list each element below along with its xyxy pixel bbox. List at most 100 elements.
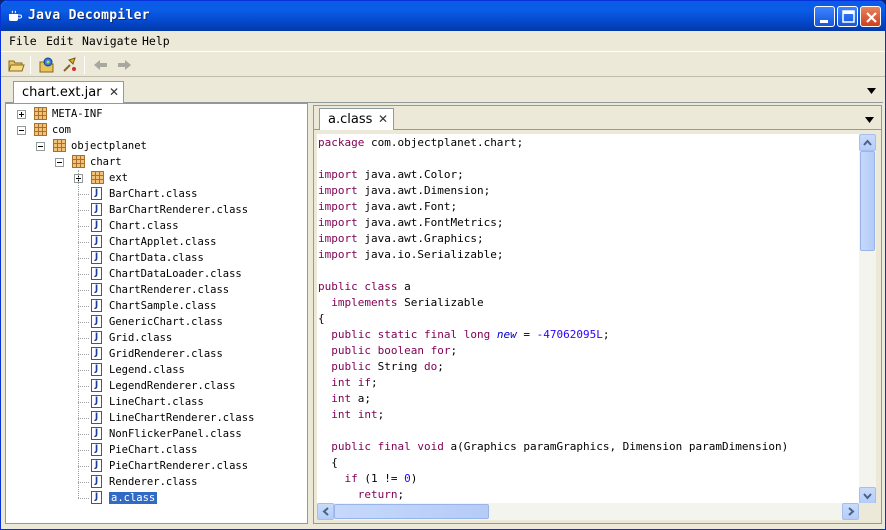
code-token: =: [516, 328, 537, 341]
tree-class-node[interactable]: J PieChart.class: [6, 442, 306, 458]
tree-class-node[interactable]: Ja.class: [6, 490, 306, 506]
title-bar[interactable]: Java Decompiler: [1, 1, 885, 31]
minimize-button[interactable]: [814, 6, 835, 27]
close-tab-icon[interactable]: ✕: [378, 112, 388, 126]
tree-node-label: PieChartRenderer.class: [109, 460, 249, 472]
horizontal-scrollbar[interactable]: [317, 503, 859, 520]
tree-connector: [78, 338, 89, 339]
scroll-up-button[interactable]: [859, 134, 876, 151]
code-token: return: [357, 488, 398, 501]
forward-arrow-icon[interactable]: [115, 56, 133, 74]
vertical-scrollbar[interactable]: [859, 134, 876, 504]
package-icon: [34, 107, 47, 120]
editor-tab-list-dropdown-icon[interactable]: [865, 117, 874, 123]
source-code-view[interactable]: package com.objectplanet.chart; import ja…: [317, 134, 859, 504]
tree-class-node[interactable]: J Grid.class: [6, 330, 306, 346]
scroll-down-button[interactable]: [859, 487, 876, 504]
code-token: int: [331, 408, 352, 421]
code-token: java.awt.FontMetrics;: [357, 216, 504, 229]
tree-class-node[interactable]: J BarChart.class: [6, 186, 306, 202]
tree-class-node[interactable]: J ChartApplet.class: [6, 234, 306, 250]
tab-label: a.class: [328, 112, 373, 127]
package-tree[interactable]: META-INF com objectplanet chart ext J BarChart…: [5, 103, 308, 524]
back-arrow-icon[interactable]: [92, 56, 110, 74]
chevron-up-icon: [863, 139, 872, 146]
tree-class-node[interactable]: J Chart.class: [6, 218, 306, 234]
collapse-icon[interactable]: [55, 158, 64, 167]
close-tab-icon[interactable]: ✕: [109, 85, 119, 99]
code-token: 0: [404, 472, 411, 485]
menu-navigate[interactable]: Navigate: [82, 34, 137, 48]
maximize-icon: [842, 10, 855, 23]
code-token: ;: [450, 344, 458, 357]
tree-node-label: BarChartRenderer.class: [109, 204, 249, 216]
tree-class-node[interactable]: J Legend.class: [6, 362, 306, 378]
code-line: if (1 != 0): [318, 472, 418, 488]
tree-class-node[interactable]: J GenericChart.class: [6, 314, 306, 330]
code-token: ;: [437, 360, 444, 373]
tree-class-node[interactable]: J ChartRenderer.class: [6, 282, 306, 298]
collapse-icon[interactable]: [36, 142, 45, 151]
java-class-icon: J: [91, 331, 102, 344]
tab-list-dropdown-icon[interactable]: [867, 88, 876, 94]
tree-connector: [78, 482, 89, 483]
open-file-icon[interactable]: [7, 56, 25, 74]
tree-package-node[interactable]: META-INF: [6, 106, 306, 122]
code-token: final: [377, 440, 411, 453]
horizontal-scroll-thumb[interactable]: [334, 504, 489, 519]
java-class-icon: J: [91, 235, 102, 248]
java-class-icon: J: [91, 267, 102, 280]
close-button[interactable]: [860, 6, 881, 27]
tree-package-node[interactable]: com: [6, 122, 306, 138]
code-line: int a;: [318, 392, 371, 408]
java-class-icon: J: [91, 411, 102, 424]
tree-node-label: ext: [109, 172, 128, 184]
code-token: int: [331, 376, 352, 389]
tree-class-node[interactable]: J LineChart.class: [6, 394, 306, 410]
tree-class-node[interactable]: J ChartSample.class: [6, 298, 306, 314]
tree-class-node[interactable]: J PieChartRenderer.class: [6, 458, 306, 474]
tree-node-label: a.class: [109, 492, 158, 504]
collapse-icon[interactable]: [17, 126, 26, 135]
tree-connector: [78, 370, 89, 371]
java-class-icon: J: [91, 203, 102, 216]
tree-package-node[interactable]: ext: [6, 170, 306, 186]
left-tab-strip: [5, 80, 883, 103]
tree-class-node[interactable]: J BarChartRenderer.class: [6, 202, 306, 218]
java-class-icon: J: [91, 475, 102, 488]
menu-edit[interactable]: Edit: [46, 34, 74, 48]
tree-node-label: BarChart.class: [109, 188, 198, 200]
vertical-scroll-thumb[interactable]: [860, 151, 875, 251]
search-icon[interactable]: [61, 56, 79, 74]
tree-class-node[interactable]: J ChartData.class: [6, 250, 306, 266]
tab-a-class[interactable]: a.class ✕: [319, 108, 394, 130]
tree-class-node[interactable]: J NonFlickerPanel.class: [6, 426, 306, 442]
tree-class-node[interactable]: J ChartDataLoader.class: [6, 266, 306, 282]
tree-package-node[interactable]: objectplanet: [6, 138, 306, 154]
code-token: java.io.Serializable;: [357, 248, 504, 261]
maximize-button[interactable]: [837, 6, 858, 27]
tree-package-node[interactable]: chart: [6, 154, 306, 170]
app-window: Java Decompiler File Edit Navigate Help: [0, 0, 886, 530]
tree-class-node[interactable]: J Renderer.class: [6, 474, 306, 490]
open-type-icon[interactable]: [38, 56, 56, 74]
menu-file[interactable]: File: [9, 34, 37, 48]
tree-node-label: ChartSample.class: [109, 300, 217, 312]
code-line: public String do;: [318, 360, 444, 376]
tree-node-label: ChartDataLoader.class: [109, 268, 242, 280]
scroll-right-button[interactable]: [842, 503, 859, 520]
code-token: import: [318, 232, 358, 245]
code-token: import: [318, 248, 358, 261]
tree-class-node[interactable]: J LineChartRenderer.class: [6, 410, 306, 426]
tree-class-node[interactable]: J GridRenderer.class: [6, 346, 306, 362]
chevron-right-icon: [848, 507, 855, 516]
tab-chart-ext-jar[interactable]: chart.ext.jar ✕: [13, 81, 124, 104]
expand-icon[interactable]: [17, 110, 26, 119]
scroll-left-button[interactable]: [317, 503, 334, 520]
tree-class-node[interactable]: J LegendRenderer.class: [6, 378, 306, 394]
menu-help[interactable]: Help: [142, 34, 170, 48]
java-class-icon: J: [91, 363, 102, 376]
